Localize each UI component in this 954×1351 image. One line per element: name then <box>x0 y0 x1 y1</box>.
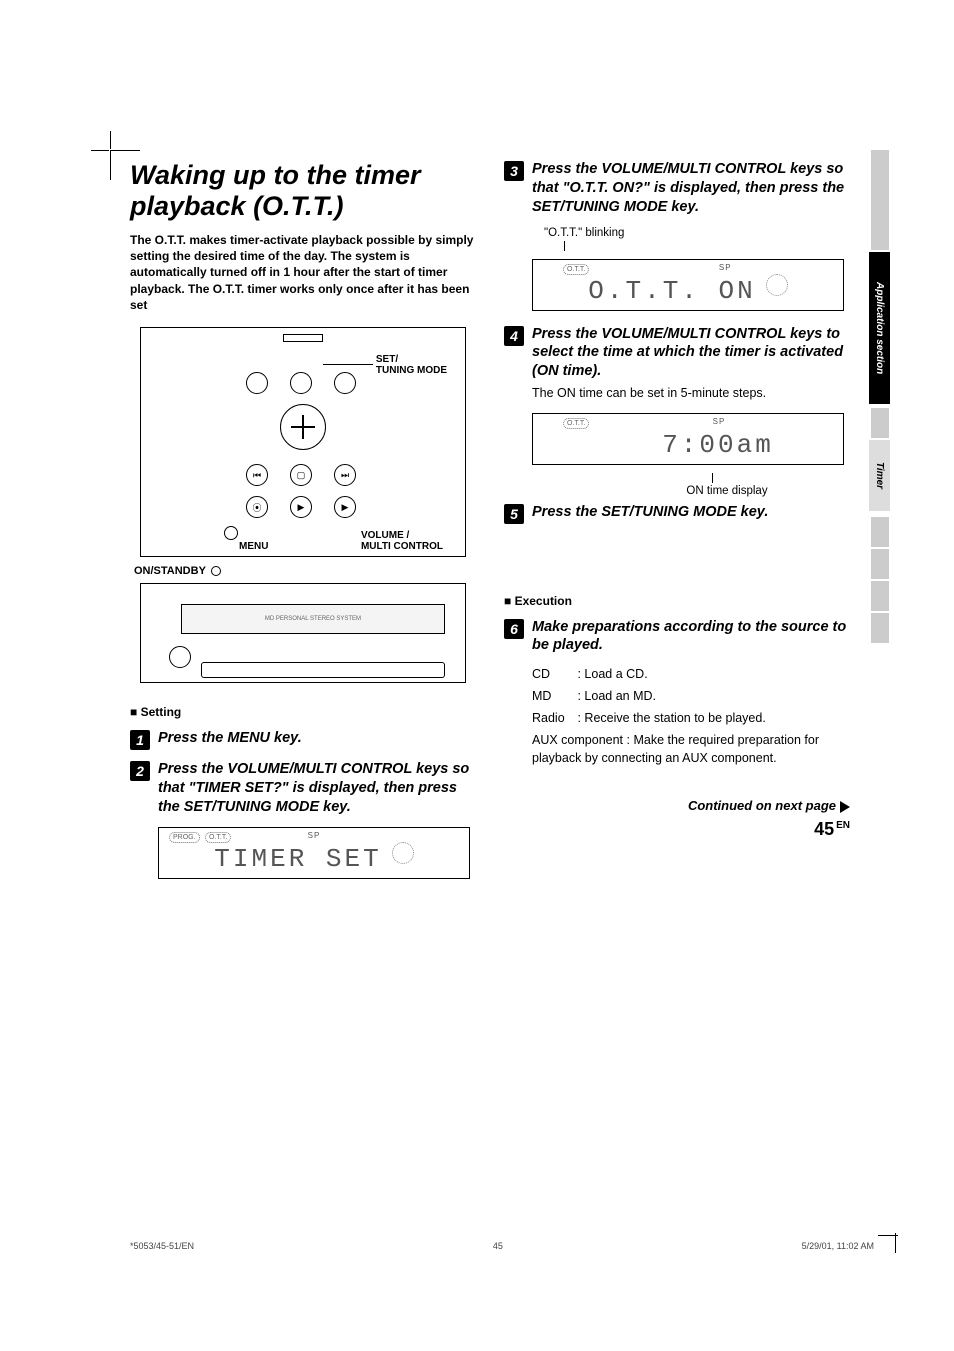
left-column: Waking up to the timer playback (O.T.T.)… <box>130 160 476 887</box>
sun-icon <box>766 274 788 296</box>
knob-icon <box>246 372 268 394</box>
footer-right: 5/29/01, 11:02 AM <box>802 1241 874 1251</box>
side-tab-placeholder-stack <box>871 517 889 645</box>
page-footer: *5053/45-51/EN 45 5/29/01, 11:02 AM <box>130 1241 874 1251</box>
side-tab-timer: Timer <box>869 440 890 511</box>
step-3: 3 Press the VOLUME/MULTI CONTROL keys so… <box>504 160 850 217</box>
display-ott-on: O.T.T. SP O.T.T. ON <box>532 259 844 311</box>
device-speaker-grille <box>283 334 323 342</box>
display-text: 7:00am <box>662 430 774 460</box>
side-tab-placeholder <box>871 408 889 438</box>
knob-icon <box>169 646 191 668</box>
sp-indicator: SP <box>713 417 726 426</box>
leader-line <box>564 241 850 251</box>
step-2-text: Press the VOLUME/MULTI CONTROL keys so t… <box>158 760 476 817</box>
label-volume-multi: VOLUME / MULTI CONTROL <box>361 530 443 552</box>
footer-center: 45 <box>493 1241 503 1251</box>
page-number: 45EN <box>504 819 850 840</box>
ott-badge: O.T.T. <box>205 832 231 843</box>
device-illustration-bottom: MD PERSONAL STEREO SYSTEM <box>140 583 466 683</box>
label-on-standby: ON/STANDBY <box>134 565 476 577</box>
knob-icon <box>290 372 312 394</box>
step-6-text: Make preparations according to the sourc… <box>532 618 850 656</box>
source-list: CD : Load a CD. MD : Load an MD. Radio :… <box>532 665 850 768</box>
leader-line <box>323 364 373 365</box>
page-content: Waking up to the timer playback (O.T.T.)… <box>130 160 850 887</box>
device-control-panel: ⏮ ▢ ⏭ ⦿ ▶ ▶ <box>218 368 388 528</box>
step-number-badge: 2 <box>130 761 150 781</box>
sun-icon <box>392 842 414 864</box>
step-1: 1 Press the MENU key. <box>130 729 476 750</box>
step-number-badge: 5 <box>504 504 524 524</box>
device-slot-icon <box>201 662 445 678</box>
skip-back-icon: ⏮ <box>246 464 268 486</box>
source-cd: CD : Load a CD. <box>532 665 850 684</box>
source-radio: Radio : Receive the station to be played… <box>532 709 850 728</box>
display-text: TIMER SET <box>214 844 381 874</box>
ott-badge: O.T.T. <box>563 264 589 275</box>
dpad-icon <box>280 404 326 450</box>
display-text: O.T.T. ON <box>588 276 755 306</box>
step-number-badge: 1 <box>130 730 150 750</box>
power-icon <box>211 566 221 576</box>
side-tab-placeholder <box>871 150 889 250</box>
knob-icon <box>334 372 356 394</box>
page-title: Waking up to the timer playback (O.T.T.) <box>130 160 476 222</box>
footer-left: *5053/45-51/EN <box>130 1241 194 1251</box>
setting-heading: ■ Setting <box>130 705 476 719</box>
label-menu: MENU <box>239 541 268 552</box>
ott-badge: O.T.T. <box>563 418 589 429</box>
leader-line <box>712 473 850 483</box>
step-2: 2 Press the VOLUME/MULTI CONTROL keys so… <box>130 760 476 817</box>
step-number-badge: 3 <box>504 161 524 181</box>
ott-blinking-note: "O.T.T." blinking <box>544 227 850 239</box>
step-5-text: Press the SET/TUNING MODE key. <box>532 503 850 522</box>
step-1-text: Press the MENU key. <box>158 729 476 748</box>
standby-button-icon <box>224 526 238 540</box>
stop-icon: ▢ <box>290 464 312 486</box>
side-tabs: Application section Timer <box>869 150 890 645</box>
display-timer-set: PROG. O.T.T. SP TIMER SET <box>158 827 470 879</box>
on-time-caption: ON time display <box>604 485 850 497</box>
step-6: 6 Make preparations according to the sou… <box>504 618 850 656</box>
device-display-icon: MD PERSONAL STEREO SYSTEM <box>181 604 445 634</box>
source-aux: AUX component : Make the required prepar… <box>532 731 850 769</box>
step-4: 4 Press the VOLUME/MULTI CONTROL keys to… <box>504 325 850 403</box>
prog-badge: PROG. <box>169 832 200 843</box>
play-icon: ▶ <box>290 496 312 518</box>
crop-mark-bottom-right <box>868 1235 896 1263</box>
arrow-right-icon <box>840 801 850 813</box>
continued-note: Continued on next page <box>504 798 850 813</box>
execution-heading: ■ Execution <box>504 594 850 608</box>
display-on-time: O.T.T. SP 7:00am <box>532 413 844 465</box>
sp-indicator: SP <box>308 831 321 840</box>
skip-fwd-icon: ⏭ <box>334 464 356 486</box>
device-illustration-top: SET/ TUNING MODE ⏮ ▢ ⏭ ⦿ ▶ ▶ MENU VOLUME <box>140 327 466 557</box>
step-5: 5 Press the SET/TUNING MODE key. <box>504 503 850 524</box>
step-number-badge: 6 <box>504 619 524 639</box>
step-3-text: Press the VOLUME/MULTI CONTROL keys so t… <box>532 160 850 217</box>
sp-indicator: SP <box>719 263 732 272</box>
step-number-badge: 4 <box>504 326 524 346</box>
right-column: 3 Press the VOLUME/MULTI CONTROL keys so… <box>504 160 850 887</box>
tuner-icon: ⦿ <box>246 496 268 518</box>
step-4-text: Press the VOLUME/MULTI CONTROL keys to s… <box>532 325 850 403</box>
md-icon: ▶ <box>334 496 356 518</box>
step-4-subtext: The ON time can be set in 5-minute steps… <box>532 385 850 403</box>
intro-paragraph: The O.T.T. makes timer-activate playback… <box>130 232 476 313</box>
source-md: MD : Load an MD. <box>532 687 850 706</box>
side-tab-application: Application section <box>869 252 890 404</box>
